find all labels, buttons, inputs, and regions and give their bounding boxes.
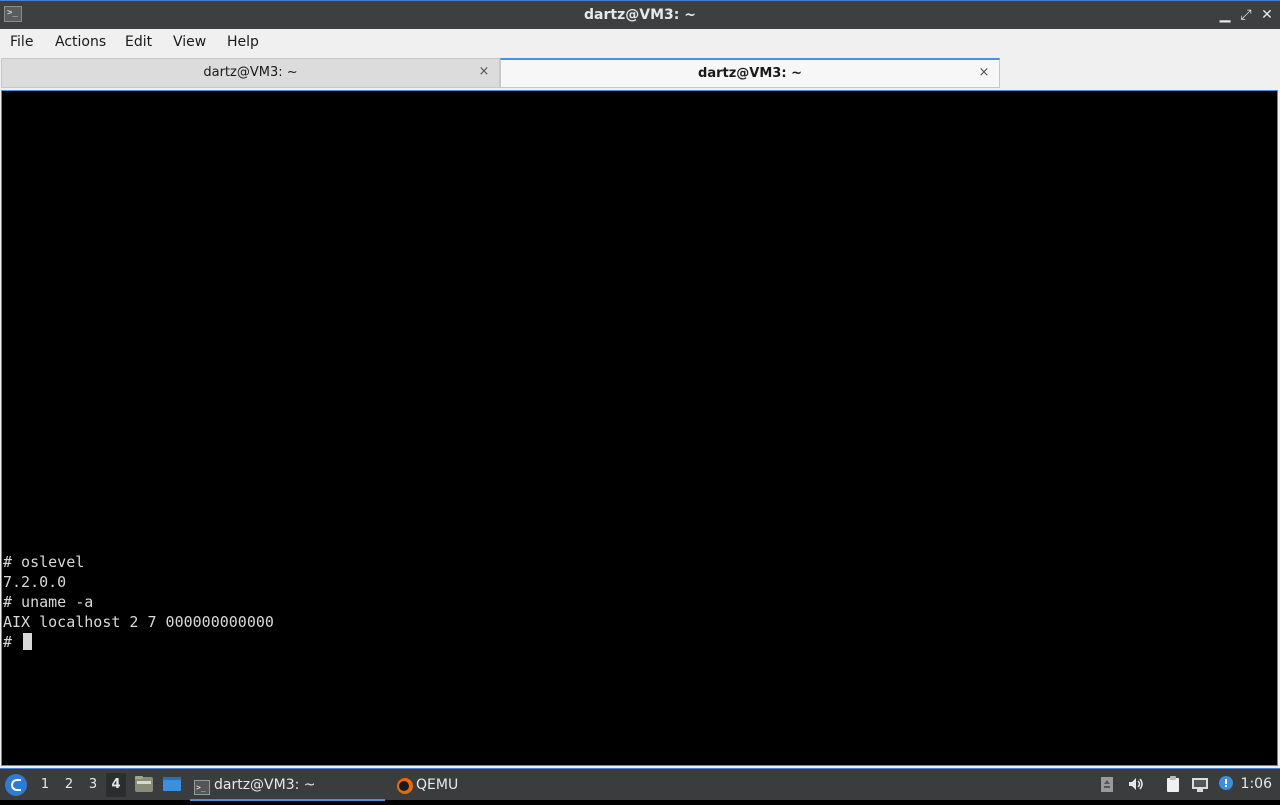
minimize-button[interactable]: ▁ xyxy=(1215,5,1235,25)
tab-1-label: dartz@VM3: ~ xyxy=(203,65,298,80)
terminal-line: # uname -a xyxy=(3,593,94,611)
menu-file[interactable]: File xyxy=(10,29,33,56)
terminal-line: 7.2.0.0 xyxy=(3,573,67,591)
start-menu-icon[interactable] xyxy=(5,774,27,796)
terminal-prompt: # xyxy=(3,633,22,651)
task-terminal-label: dartz@VM3: ~ xyxy=(214,777,316,793)
task-qemu[interactable]: QEMU xyxy=(392,771,512,799)
file-manager-icon[interactable] xyxy=(134,775,154,793)
tab-1[interactable]: dartz@VM3: ~ × xyxy=(1,58,500,88)
notification-icon[interactable] xyxy=(1217,775,1235,793)
tab-bar: dartz@VM3: ~ × dartz@VM3: ~ × xyxy=(0,56,1280,90)
maximize-button[interactable]: ⤢ xyxy=(1236,5,1256,25)
terminal-prompt-line: # xyxy=(3,632,274,652)
qemu-icon xyxy=(396,777,413,794)
desktop-4-button[interactable]: 4 xyxy=(106,773,126,797)
desktop-1-button[interactable]: 1 xyxy=(35,773,55,797)
terminal-line: AIX localhost 2 7 000000000000 xyxy=(3,613,274,631)
volume-icon[interactable] xyxy=(1127,775,1145,793)
menu-view[interactable]: View xyxy=(173,29,206,56)
text-cursor xyxy=(23,633,33,650)
title-bar[interactable]: >_ dartz@VM3: ~ ▁ ⤢ ✕ xyxy=(0,0,1280,29)
clipboard-icon[interactable] xyxy=(1164,775,1182,793)
removable-media-icon[interactable] xyxy=(1098,775,1116,793)
terminal-line: # oslevel xyxy=(3,553,85,571)
taskbar: 1 2 3 4 >_ dartz@VM3: ~ QEMU 1:06 xyxy=(0,768,1280,801)
show-desktop-icon[interactable] xyxy=(162,775,182,793)
terminal-lines: # oslevel 7.2.0.0 # uname -a AIX localho… xyxy=(3,552,274,652)
task-terminal[interactable]: >_ dartz@VM3: ~ xyxy=(190,771,385,801)
network-icon[interactable] xyxy=(1191,775,1209,793)
menu-actions[interactable]: Actions xyxy=(55,29,106,56)
terminal-output[interactable]: # oslevel 7.2.0.0 # uname -a AIX localho… xyxy=(1,90,1278,766)
menu-help[interactable]: Help xyxy=(227,29,259,56)
desktop-2-button[interactable]: 2 xyxy=(59,773,79,797)
tab-2[interactable]: dartz@VM3: ~ × xyxy=(500,58,1000,88)
task-qemu-label: QEMU xyxy=(416,777,459,793)
terminal-window: >_ dartz@VM3: ~ ▁ ⤢ ✕ File Actions Edit … xyxy=(0,0,1280,768)
menu-edit[interactable]: Edit xyxy=(125,29,152,56)
desktop-3-button[interactable]: 3 xyxy=(83,773,103,797)
terminal-icon: >_ xyxy=(194,777,210,795)
menu-bar: File Actions Edit View Help xyxy=(0,29,1280,56)
clock[interactable]: 1:06 xyxy=(1241,769,1272,800)
svg-text:>_: >_ xyxy=(196,783,206,792)
tab-2-label: dartz@VM3: ~ xyxy=(698,66,802,81)
window-title: dartz@VM3: ~ xyxy=(584,7,696,23)
tab-1-close-icon[interactable]: × xyxy=(477,65,491,79)
close-button[interactable]: ✕ xyxy=(1257,5,1277,25)
tab-2-close-icon[interactable]: × xyxy=(977,66,991,80)
